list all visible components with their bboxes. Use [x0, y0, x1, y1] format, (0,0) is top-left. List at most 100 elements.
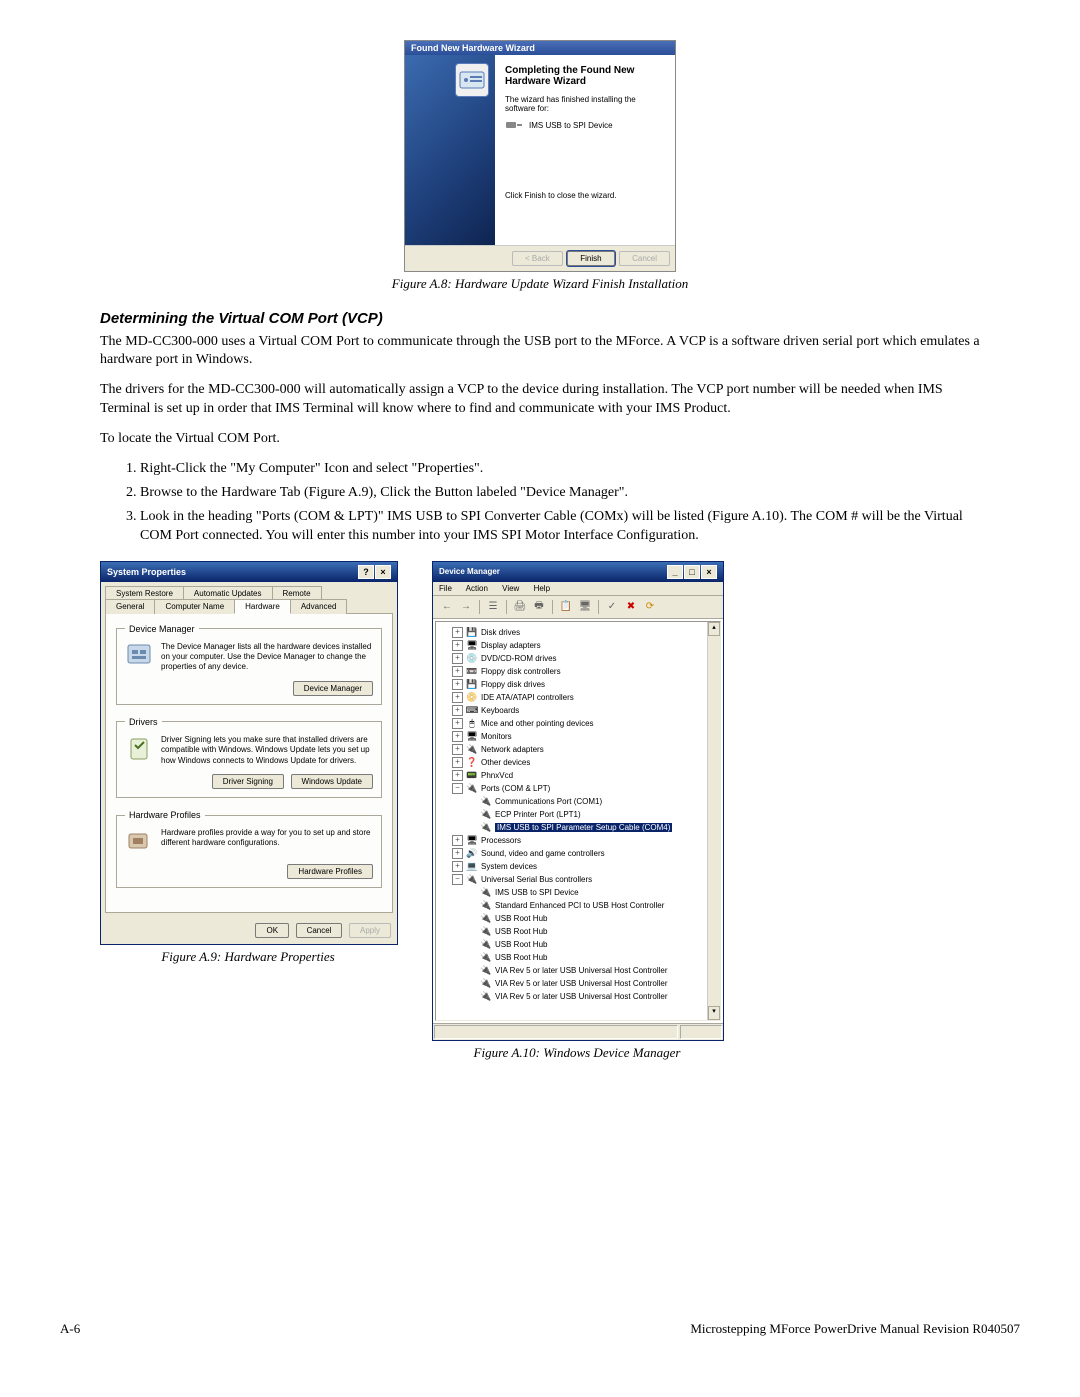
- expand-icon[interactable]: +: [452, 627, 463, 638]
- tree-item[interactable]: +💿DVD/CD-ROM drives: [440, 652, 718, 665]
- print2-icon[interactable]: 🖶: [531, 599, 547, 615]
- devmgr-icon: [125, 642, 153, 670]
- expand-icon[interactable]: +: [452, 861, 463, 872]
- caption-a10: Figure A.10: Windows Device Manager: [432, 1045, 722, 1061]
- section-heading: Determining the Virtual COM Port (VCP): [100, 310, 980, 327]
- tree-item[interactable]: 🔌USB Root Hub: [440, 938, 718, 951]
- tab-computer-name[interactable]: Computer Name: [154, 599, 235, 614]
- menu-view[interactable]: View: [502, 584, 519, 593]
- tree-item[interactable]: +🔊Sound, video and game controllers: [440, 847, 718, 860]
- tab-hardware[interactable]: Hardware: [234, 599, 291, 614]
- expand-icon[interactable]: +: [452, 770, 463, 781]
- expand-icon[interactable]: −: [452, 874, 463, 885]
- expand-icon[interactable]: +: [452, 653, 463, 664]
- node-label: Mice and other pointing devices: [481, 719, 594, 728]
- tree-item[interactable]: +📼Floppy disk controllers: [440, 665, 718, 678]
- tree-item[interactable]: +🖱Mice and other pointing devices: [440, 717, 718, 730]
- scan2-icon[interactable]: ⟳: [642, 599, 658, 615]
- expand-icon[interactable]: +: [452, 705, 463, 716]
- tree-item[interactable]: 🔌IMS USB to SPI Device: [440, 886, 718, 899]
- tree-item[interactable]: +❓Other devices: [440, 756, 718, 769]
- help-icon[interactable]: ?: [358, 565, 374, 579]
- device-manager-button[interactable]: Device Manager: [293, 681, 373, 696]
- step-1: Right-Click the "My Computer" Icon and s…: [140, 460, 980, 478]
- tree-item[interactable]: +⌨Keyboards: [440, 704, 718, 717]
- scroll-up-icon[interactable]: ▴: [708, 622, 720, 636]
- tree-item[interactable]: +🖥Monitors: [440, 730, 718, 743]
- tree-item[interactable]: 🔌Communications Port (COM1): [440, 795, 718, 808]
- expand-icon[interactable]: −: [452, 783, 463, 794]
- tree-item[interactable]: −🔌Universal Serial Bus controllers: [440, 873, 718, 886]
- tab-automatic-updates[interactable]: Automatic Updates: [183, 586, 273, 600]
- expand-icon[interactable]: +: [452, 744, 463, 755]
- print-icon[interactable]: 🖨: [512, 599, 528, 615]
- tree-item[interactable]: 🔌ECP Printer Port (LPT1): [440, 808, 718, 821]
- maximize-icon[interactable]: □: [684, 565, 700, 579]
- node-icon: 🔊: [466, 847, 478, 859]
- tree-item[interactable]: −🔌Ports (COM & LPT): [440, 782, 718, 795]
- tab-advanced[interactable]: Advanced: [290, 599, 348, 614]
- node-icon: 🔌: [480, 899, 492, 911]
- refresh-icon[interactable]: 📋: [558, 599, 574, 615]
- menu-action[interactable]: Action: [466, 584, 488, 593]
- tree-item[interactable]: +🔌Network adapters: [440, 743, 718, 756]
- scrollbar[interactable]: ▴ ▾: [707, 622, 720, 1020]
- back-icon[interactable]: ←: [439, 599, 455, 615]
- tree-item[interactable]: 🔌Standard Enhanced PCI to USB Host Contr…: [440, 899, 718, 912]
- minimize-icon[interactable]: _: [667, 565, 683, 579]
- tree-item[interactable]: 🔌VIA Rev 5 or later USB Universal Host C…: [440, 964, 718, 977]
- paragraph-3: To locate the Virtual COM Port.: [100, 430, 980, 448]
- tab-system-restore[interactable]: System Restore: [105, 586, 184, 600]
- close-icon[interactable]: ×: [375, 565, 391, 579]
- tree-item[interactable]: +🖥Display adapters: [440, 639, 718, 652]
- expand-icon[interactable]: +: [452, 757, 463, 768]
- scan-icon[interactable]: 🖥: [577, 599, 593, 615]
- scroll-down-icon[interactable]: ▾: [708, 1006, 720, 1020]
- device-tree[interactable]: +💾Disk drives+🖥Display adapters+💿DVD/CD-…: [435, 621, 721, 1021]
- tree-item[interactable]: +💻System devices: [440, 860, 718, 873]
- forward-icon[interactable]: →: [458, 599, 474, 615]
- tab-general[interactable]: General: [105, 599, 155, 614]
- menu-file[interactable]: File: [439, 584, 452, 593]
- finish-button[interactable]: Finish: [567, 251, 614, 266]
- tree-item[interactable]: +📟PhnxVcd: [440, 769, 718, 782]
- enable-icon[interactable]: ✓: [604, 599, 620, 615]
- node-icon: 🖥: [466, 730, 478, 742]
- tree-item[interactable]: 🔌USB Root Hub: [440, 951, 718, 964]
- tab-remote[interactable]: Remote: [272, 586, 322, 600]
- expand-icon[interactable]: +: [452, 679, 463, 690]
- tree-item[interactable]: 🔌USB Root Hub: [440, 925, 718, 938]
- expand-icon[interactable]: +: [452, 731, 463, 742]
- tree-item[interactable]: +📀IDE ATA/ATAPI controllers: [440, 691, 718, 704]
- tree-item[interactable]: 🔌USB Root Hub: [440, 912, 718, 925]
- tree-item[interactable]: 🔌VIA Rev 5 or later USB Universal Host C…: [440, 977, 718, 990]
- uninstall-icon[interactable]: ✖: [623, 599, 639, 615]
- device-manager-window: Device Manager _ □ × File Action View He…: [432, 561, 724, 1041]
- expand-icon[interactable]: +: [452, 666, 463, 677]
- ok-button[interactable]: OK: [255, 923, 289, 938]
- node-label: Other devices: [481, 758, 530, 767]
- tree-item[interactable]: 🔌VIA Rev 5 or later USB Universal Host C…: [440, 990, 718, 1003]
- tree-item[interactable]: +💾Disk drives: [440, 626, 718, 639]
- menu-help[interactable]: Help: [534, 584, 550, 593]
- devmgr-title-text: Device Manager: [439, 567, 500, 576]
- expand-icon[interactable]: +: [452, 718, 463, 729]
- drivers-icon: [125, 735, 153, 763]
- tree-item[interactable]: +🖥Processors: [440, 834, 718, 847]
- expand-icon[interactable]: +: [452, 848, 463, 859]
- node-icon: 🔌: [480, 964, 492, 976]
- devmgr-text: The Device Manager lists all the hardwar…: [161, 642, 373, 673]
- windows-update-button[interactable]: Windows Update: [291, 774, 373, 789]
- hardware-profiles-button[interactable]: Hardware Profiles: [287, 864, 373, 879]
- expand-icon[interactable]: +: [452, 692, 463, 703]
- tree-item[interactable]: 🔌IMS USB to SPI Parameter Setup Cable (C…: [440, 821, 718, 834]
- node-label: Standard Enhanced PCI to USB Host Contro…: [495, 901, 664, 910]
- properties-icon[interactable]: ☰: [485, 599, 501, 615]
- driver-signing-button[interactable]: Driver Signing: [212, 774, 284, 789]
- close-icon[interactable]: ×: [701, 565, 717, 579]
- sysprops-titlebar: System Properties ? ×: [101, 562, 397, 582]
- tree-item[interactable]: +💾Floppy disk drives: [440, 678, 718, 691]
- expand-icon[interactable]: +: [452, 835, 463, 846]
- expand-icon[interactable]: +: [452, 640, 463, 651]
- cancel-button[interactable]: Cancel: [296, 923, 343, 938]
